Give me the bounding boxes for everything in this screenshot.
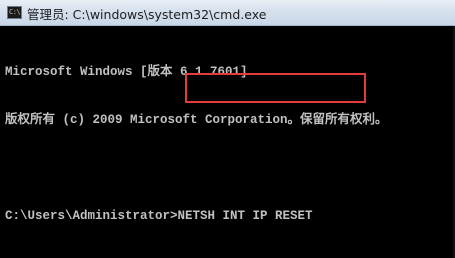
- console-line-copyright: 版权所有 (c) 2009 Microsoft Corporation。保留所有…: [5, 113, 388, 127]
- console-command-text: NETSH INT IP RESET: [177, 209, 313, 223]
- console-output[interactable]: Microsoft Windows [版本 6.1.7601] 版权所有 (c)…: [5, 32, 455, 256]
- cmd-window: C:\ 管理员: C:\windows\system32\cmd.exe Mic…: [0, 0, 455, 258]
- console-prompt: C:\Users\Administrator>: [5, 209, 178, 223]
- window-title: 管理员: C:\windows\system32\cmd.exe: [27, 7, 267, 22]
- title-bar[interactable]: C:\ 管理员: C:\windows\system32\cmd.exe: [0, 0, 455, 26]
- cmd-icon-glyph: C:\: [9, 8, 21, 16]
- command-highlight-box: [185, 73, 366, 103]
- cmd-icon[interactable]: C:\: [7, 6, 22, 19]
- console-line-command[interactable]: C:\Users\Administrator>NETSH INT IP RESE…: [5, 208, 455, 224]
